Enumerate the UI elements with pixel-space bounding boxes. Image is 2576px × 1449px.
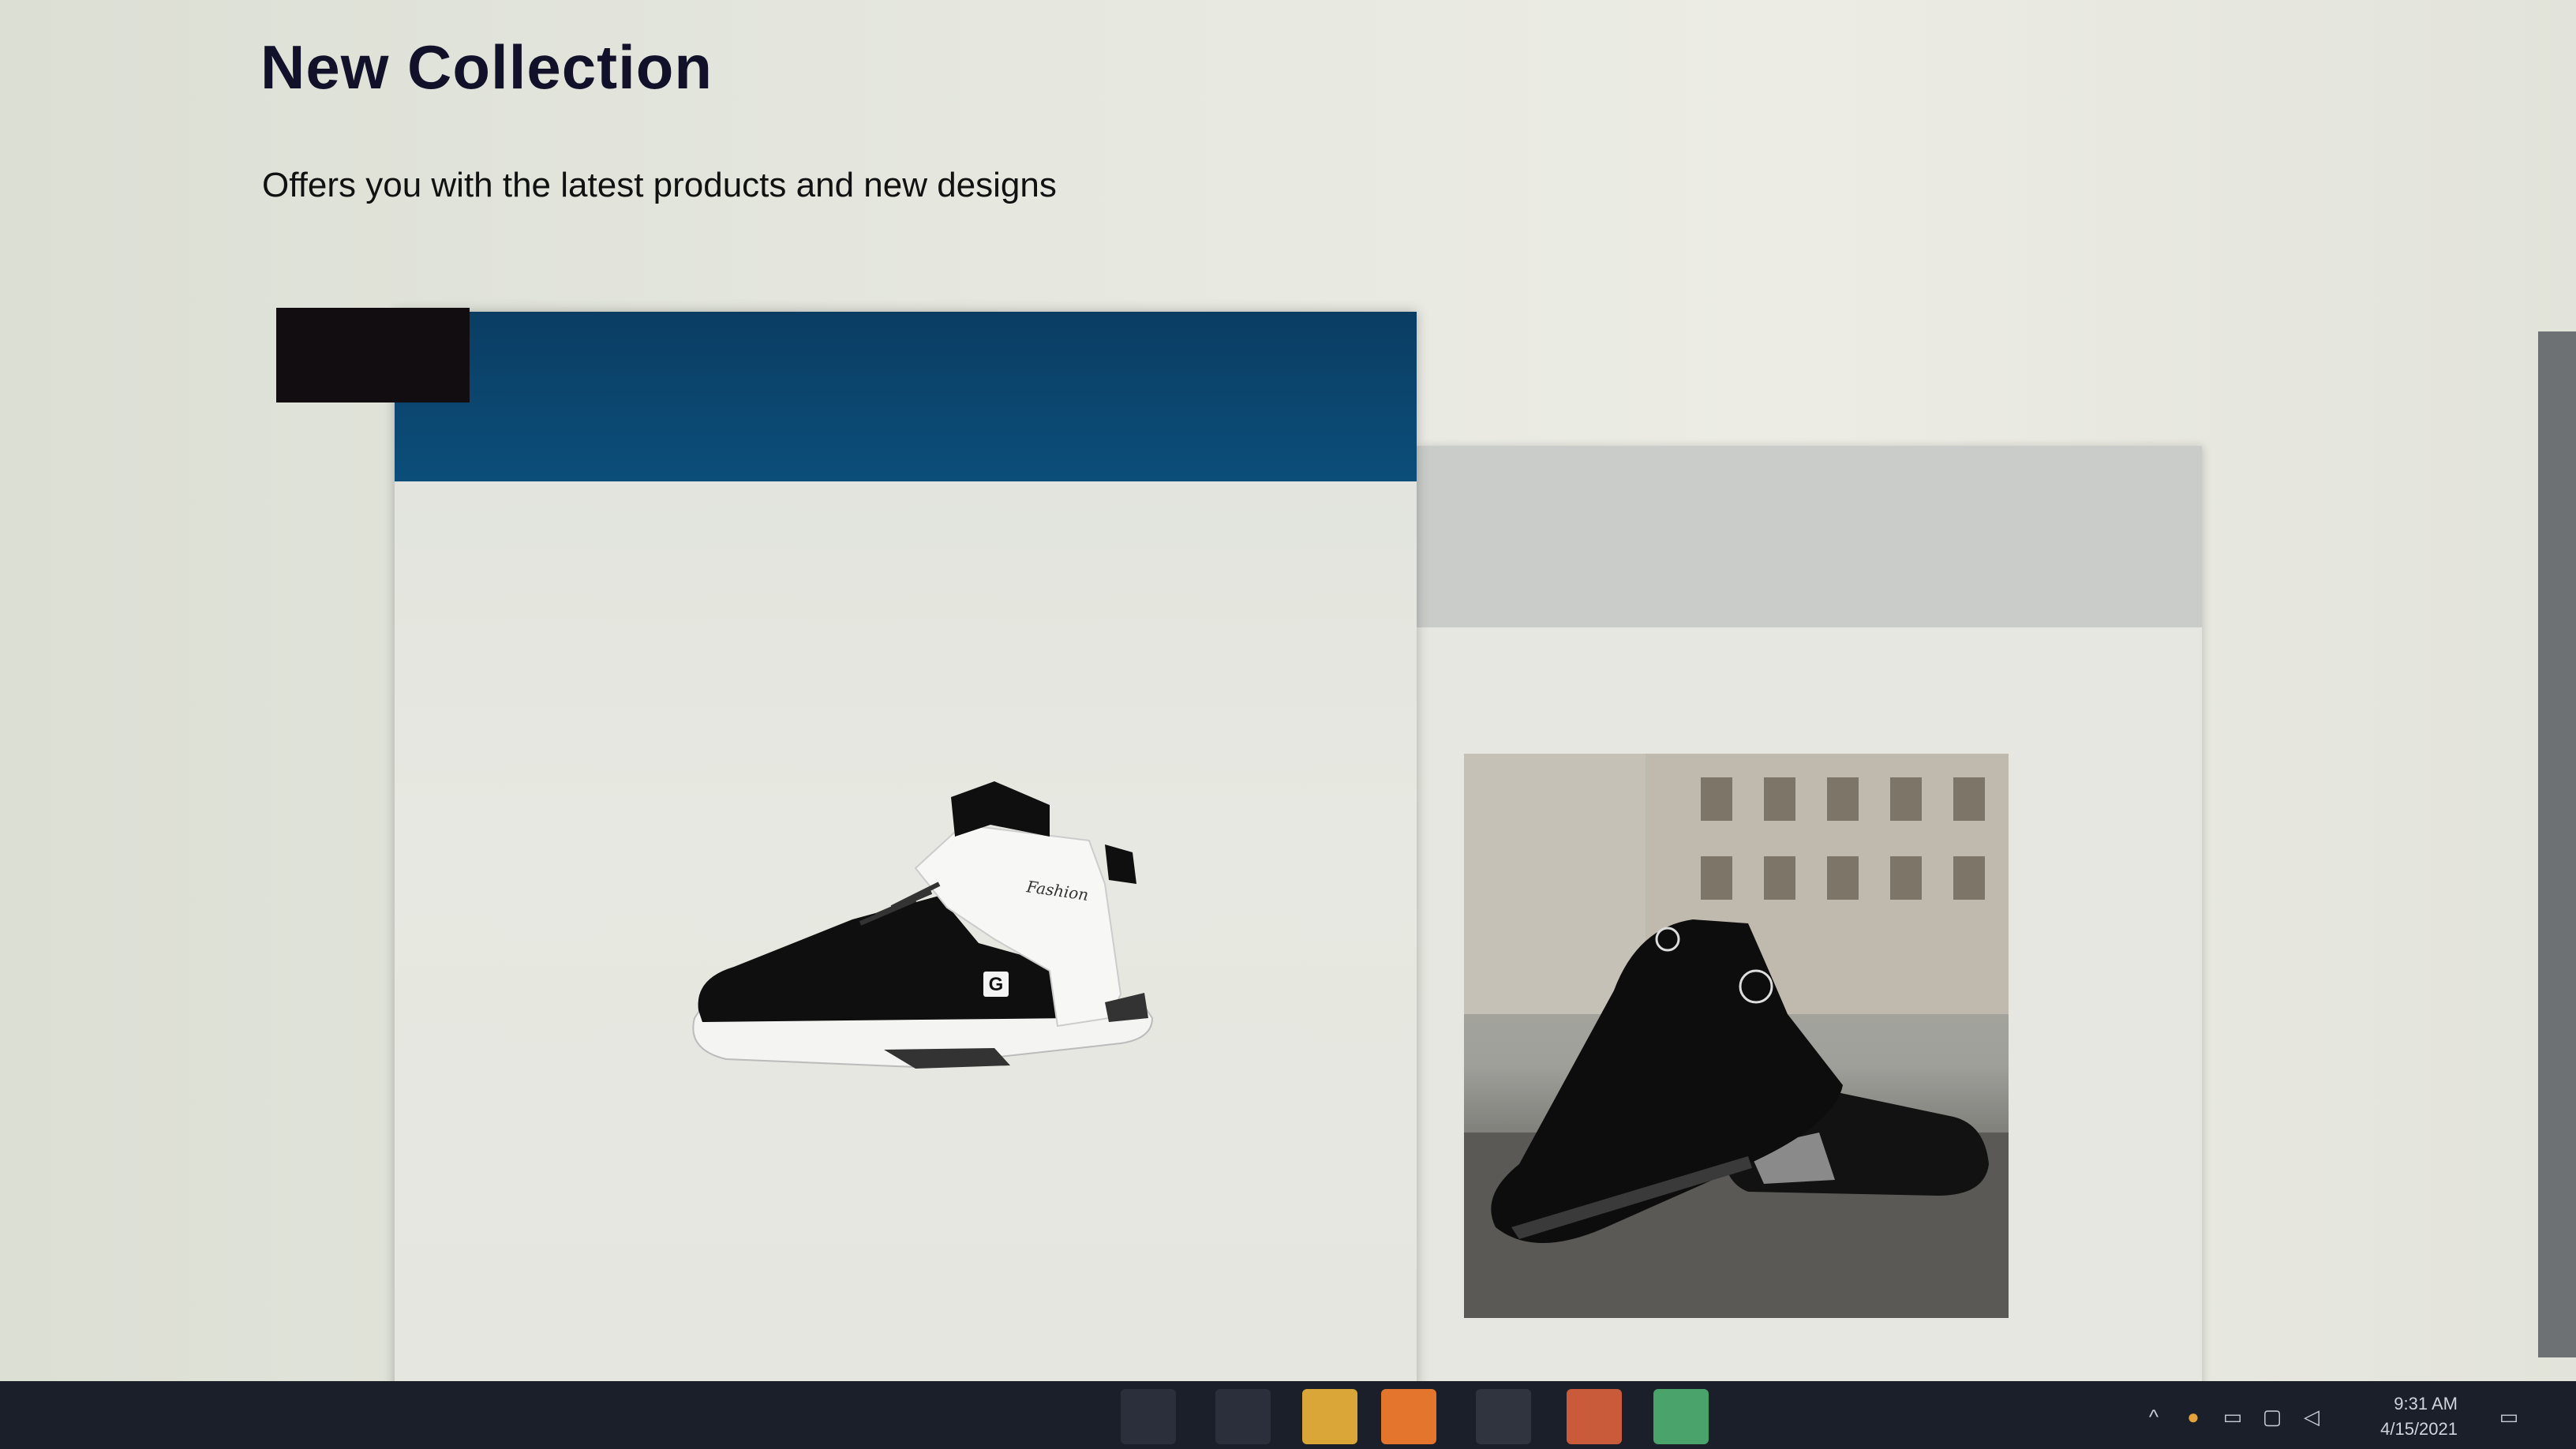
shoe-logo-letter: G	[989, 974, 1004, 995]
security-icon[interactable]: ●	[2181, 1405, 2205, 1428]
athletic-shoes-photo	[1464, 754, 2009, 1318]
mail-icon[interactable]	[1567, 1389, 1622, 1444]
page-title: New Collection	[260, 32, 713, 102]
product-image-photo[interactable]	[1464, 754, 2009, 1318]
card-header	[1417, 446, 2202, 627]
search-icon[interactable]	[1121, 1389, 1176, 1444]
taskbar: ^ ● ▭ ▢ ◁ 9:31 AM 4/15/2021 ▭	[0, 1381, 2576, 1449]
paint-icon[interactable]	[1653, 1389, 1709, 1444]
notifications-icon[interactable]: ▭	[2497, 1405, 2521, 1428]
keyboard-icon[interactable]: ▭	[2221, 1405, 2245, 1428]
product-image-sneaker[interactable]: G Fashion	[679, 781, 1184, 1113]
clock-time[interactable]: 9:31 AM	[2394, 1394, 2458, 1414]
clock-date[interactable]: 4/15/2021	[2380, 1419, 2458, 1440]
terminal-icon[interactable]	[1476, 1389, 1531, 1444]
chevron-up-icon[interactable]: ^	[2142, 1405, 2166, 1428]
page-subtitle: Offers you with the latest products and …	[262, 166, 1057, 204]
card-header	[395, 312, 1417, 481]
edge-icon[interactable]	[1381, 1389, 1436, 1444]
browser-page: New Collection Offers you with the lates…	[0, 0, 2576, 1449]
network-icon[interactable]: ▢	[2260, 1405, 2284, 1428]
task-view-icon[interactable]	[1215, 1389, 1271, 1444]
volume-icon[interactable]: ◁	[2300, 1405, 2323, 1428]
file-explorer-icon[interactable]	[1302, 1389, 1357, 1444]
category-tag[interactable]	[276, 308, 470, 402]
page-scrollbar[interactable]	[2538, 331, 2576, 1357]
